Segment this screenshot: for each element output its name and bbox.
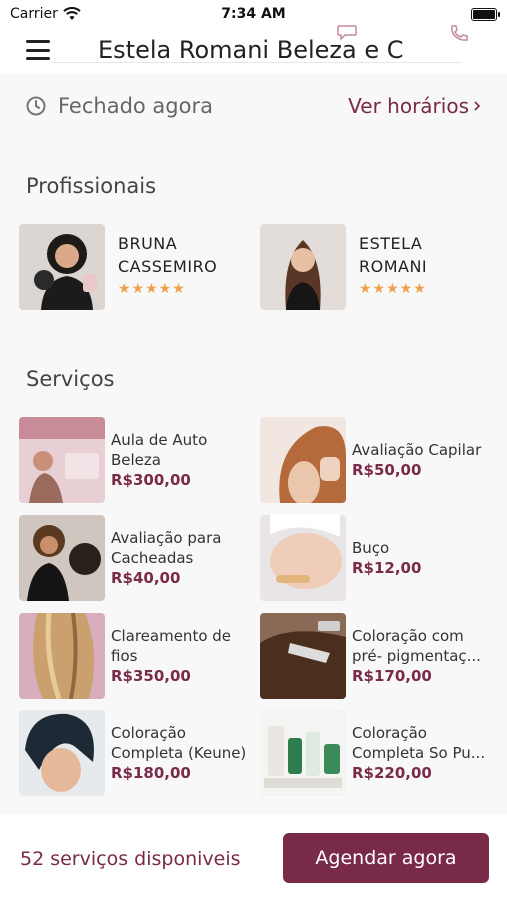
hamburger-menu-icon[interactable] [26, 40, 50, 60]
available-services-count: 52 serviços disponiveis [20, 848, 241, 870]
service-name: Buço [352, 539, 390, 557]
service-card[interactable]: Coloração Completa So Pu... R$220,00 [260, 710, 495, 796]
service-price: R$180,00 [111, 764, 191, 782]
header: Estela Romani Beleza e C [0, 25, 507, 74]
service-photo [260, 417, 346, 503]
service-price: R$40,00 [111, 569, 181, 587]
professional-name: ESTELA ROMANI [359, 234, 428, 276]
service-photo [19, 515, 105, 601]
book-now-button[interactable]: Agendar agora [283, 833, 489, 883]
wifi-icon [63, 7, 81, 20]
section-title-professionals: Profissionais [26, 174, 157, 198]
service-card[interactable]: Avaliação para Cacheadas R$40,00 [19, 515, 254, 601]
clock-icon [26, 96, 46, 116]
star-rating: ★★★★★ [118, 281, 186, 297]
professional-photo [260, 224, 346, 310]
service-price: R$300,00 [111, 471, 191, 489]
service-name: Coloração com pré- pigmentaç... [352, 627, 481, 665]
professional-photo [19, 224, 105, 310]
service-name: Coloração Completa (Keune) [111, 724, 247, 762]
service-price: R$12,00 [352, 559, 422, 577]
battery-icon [471, 7, 500, 21]
page-title: Estela Romani Beleza e C [98, 36, 404, 64]
service-name: Clareamento de fios [111, 627, 232, 665]
service-card[interactable]: Avaliação Capilar R$50,00 [260, 417, 495, 503]
service-price: R$50,00 [352, 461, 422, 479]
clock-time: 7:34 AM [221, 6, 286, 22]
professional-name: BRUNA CASSEMIRO [118, 234, 218, 276]
service-price: R$350,00 [111, 667, 191, 685]
service-name: Coloração Completa So Pu... [352, 724, 486, 762]
service-photo [19, 613, 105, 699]
service-photo [260, 710, 346, 796]
service-name: Avaliação para Cacheadas [111, 529, 222, 567]
status-bar: Carrier 7:34 AM [0, 0, 507, 28]
opening-hours-row: Fechado agora Ver horários [26, 94, 481, 118]
service-photo [260, 613, 346, 699]
service-photo [19, 417, 105, 503]
service-price: R$170,00 [352, 667, 432, 685]
service-card[interactable]: Aula de Auto Beleza R$300,00 [19, 417, 254, 503]
star-rating: ★★★★★ [359, 281, 427, 297]
service-card[interactable]: Coloração Completa (Keune) R$180,00 [19, 710, 254, 796]
see-hours-link[interactable]: Ver horários [348, 94, 481, 118]
header-divider [52, 62, 462, 63]
service-name: Avaliação Capilar [352, 441, 482, 459]
carrier-label: Carrier [10, 6, 58, 22]
open-status: Fechado agora [58, 94, 213, 118]
service-card[interactable]: Buço R$12,00 [260, 515, 495, 601]
see-hours-label: Ver horários [348, 94, 469, 118]
service-photo [19, 710, 105, 796]
chevron-right-icon [474, 101, 481, 111]
service-card[interactable]: Clareamento de fios R$350,00 [19, 613, 254, 699]
section-title-services: Serviços [26, 367, 115, 391]
professional-card[interactable]: ESTELA ROMANI ★★★★★ [260, 224, 480, 310]
professional-card[interactable]: BRUNA CASSEMIRO ★★★★★ [19, 224, 239, 310]
bottom-bar: 52 serviços disponiveis Agendar agora [0, 814, 507, 900]
service-name: Aula de Auto Beleza [111, 431, 208, 469]
service-photo [260, 515, 346, 601]
service-price: R$220,00 [352, 764, 432, 782]
service-card[interactable]: Coloração com pré- pigmentaç... R$170,00 [260, 613, 495, 699]
